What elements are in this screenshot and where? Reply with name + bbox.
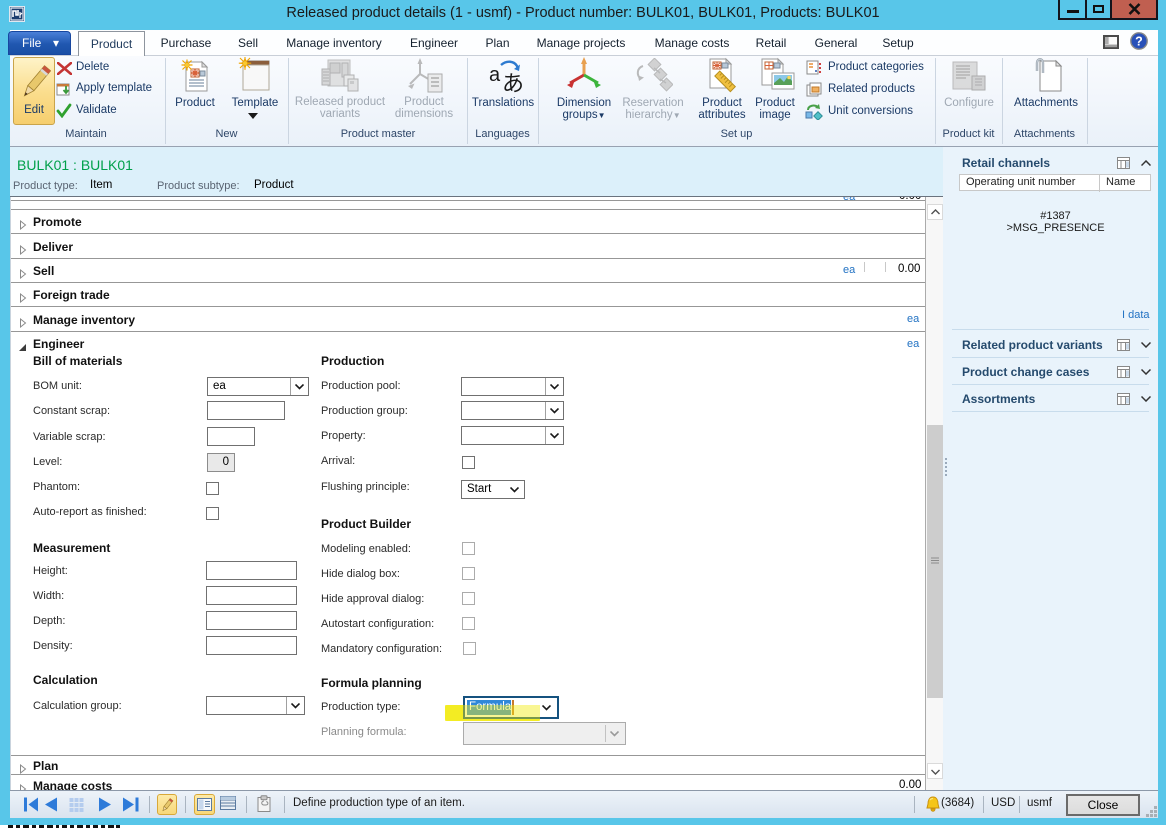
svg-text:a: a [489,64,501,86]
svg-text:?: ? [1135,35,1143,49]
svg-text:あ: あ [502,71,524,95]
